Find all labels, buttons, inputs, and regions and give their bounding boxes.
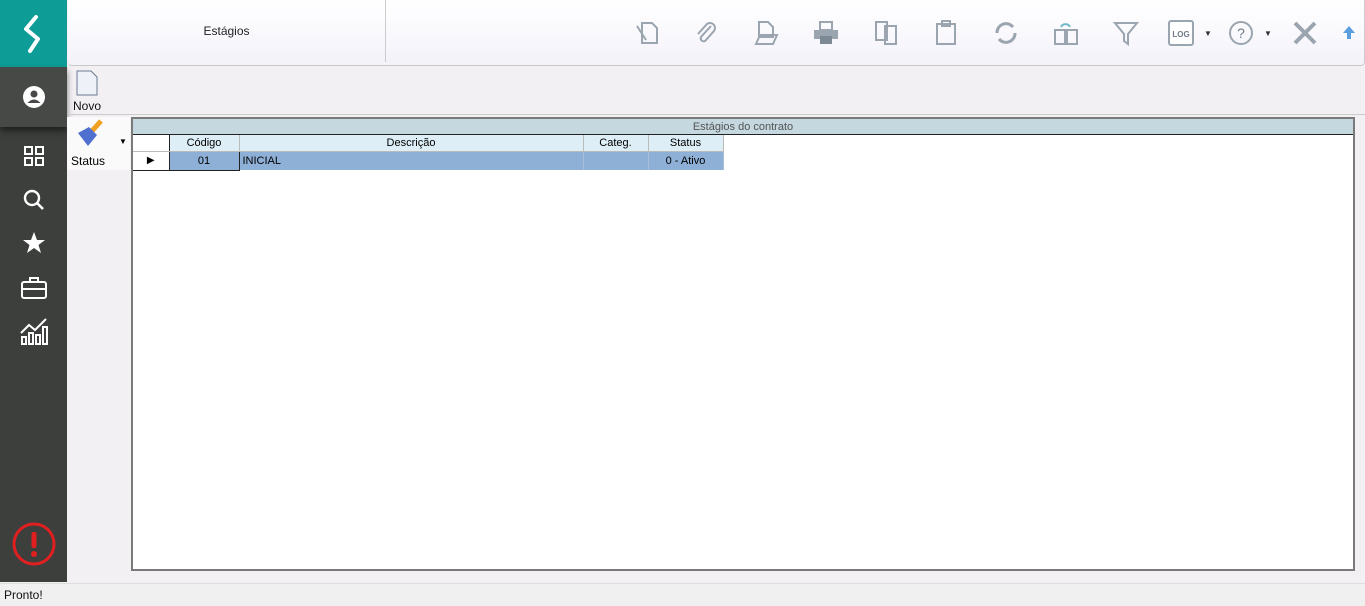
status-dropdown-caret[interactable]: ▼ bbox=[119, 137, 127, 146]
copy-icon[interactable] bbox=[871, 18, 901, 48]
alert-icon[interactable] bbox=[12, 522, 56, 566]
search-icon[interactable] bbox=[18, 184, 50, 216]
star-icon[interactable] bbox=[18, 227, 50, 259]
status-bar: Pronto! bbox=[0, 583, 1365, 606]
help-icon[interactable]: ? bbox=[1226, 18, 1256, 48]
column-header-descricao[interactable]: Descrição bbox=[239, 135, 584, 152]
table-row[interactable]: ▶ 01 INICIAL 0 - Ativo bbox=[133, 150, 724, 171]
row-indicator-icon[interactable]: ▶ bbox=[133, 151, 170, 171]
status-button-label: Status bbox=[71, 154, 106, 168]
cell-descricao[interactable]: INICIAL bbox=[239, 151, 584, 170]
action-toolbar: Novo bbox=[68, 68, 1365, 115]
chart-growth-icon[interactable] bbox=[18, 314, 50, 346]
cell-categ[interactable] bbox=[583, 151, 649, 170]
refresh-icon[interactable] bbox=[991, 18, 1021, 48]
column-header-categ[interactable]: Categ. bbox=[583, 135, 649, 152]
log-icon[interactable]: LOG bbox=[1166, 18, 1196, 48]
svg-text:LOG: LOG bbox=[1172, 30, 1189, 39]
app-logo[interactable] bbox=[0, 0, 67, 67]
open-document-icon[interactable] bbox=[751, 18, 781, 48]
header: Estágios LOG ▼ ? ▼ bbox=[68, 0, 1365, 66]
close-icon[interactable] bbox=[1290, 18, 1320, 48]
duplicate-icon[interactable] bbox=[1051, 18, 1081, 48]
column-header-codigo[interactable]: Código bbox=[169, 135, 240, 152]
print-icon[interactable] bbox=[811, 18, 841, 48]
svg-text:?: ? bbox=[1237, 25, 1245, 41]
page-title: Estágios bbox=[68, 0, 386, 62]
status-text: Pronto! bbox=[4, 588, 43, 602]
data-grid: Estágios do contrato Código Descrição Ca… bbox=[131, 117, 1355, 571]
paste-icon[interactable] bbox=[931, 18, 961, 48]
column-header-status[interactable]: Status bbox=[648, 135, 724, 152]
grid-header-row: Código Descrição Categ. Status bbox=[133, 135, 724, 152]
dashboard-icon[interactable] bbox=[18, 140, 50, 172]
help-dropdown-caret[interactable]: ▼ bbox=[1264, 29, 1272, 38]
cell-status[interactable]: 0 - Ativo bbox=[648, 151, 724, 170]
attach-icon[interactable] bbox=[691, 18, 721, 48]
new-button[interactable]: Novo bbox=[71, 70, 103, 113]
grid-table: Código Descrição Categ. Status ▶ 01 INIC… bbox=[133, 135, 724, 171]
filter-icon[interactable] bbox=[1111, 18, 1141, 48]
new-button-label: Novo bbox=[72, 99, 101, 113]
briefcase-icon[interactable] bbox=[18, 272, 50, 304]
sidebar bbox=[0, 0, 67, 582]
new-document-icon bbox=[76, 70, 98, 96]
log-dropdown-caret[interactable]: ▼ bbox=[1204, 29, 1212, 38]
sign-icon[interactable] bbox=[632, 18, 662, 48]
status-button[interactable]: ▼ Status bbox=[67, 117, 130, 170]
cell-codigo[interactable]: 01 bbox=[168, 150, 240, 171]
collapse-up-icon[interactable] bbox=[1340, 18, 1358, 48]
grid-title: Estágios do contrato bbox=[133, 119, 1353, 135]
user-profile-button[interactable] bbox=[0, 67, 67, 127]
user-icon bbox=[22, 86, 45, 108]
brush-icon bbox=[78, 119, 103, 146]
